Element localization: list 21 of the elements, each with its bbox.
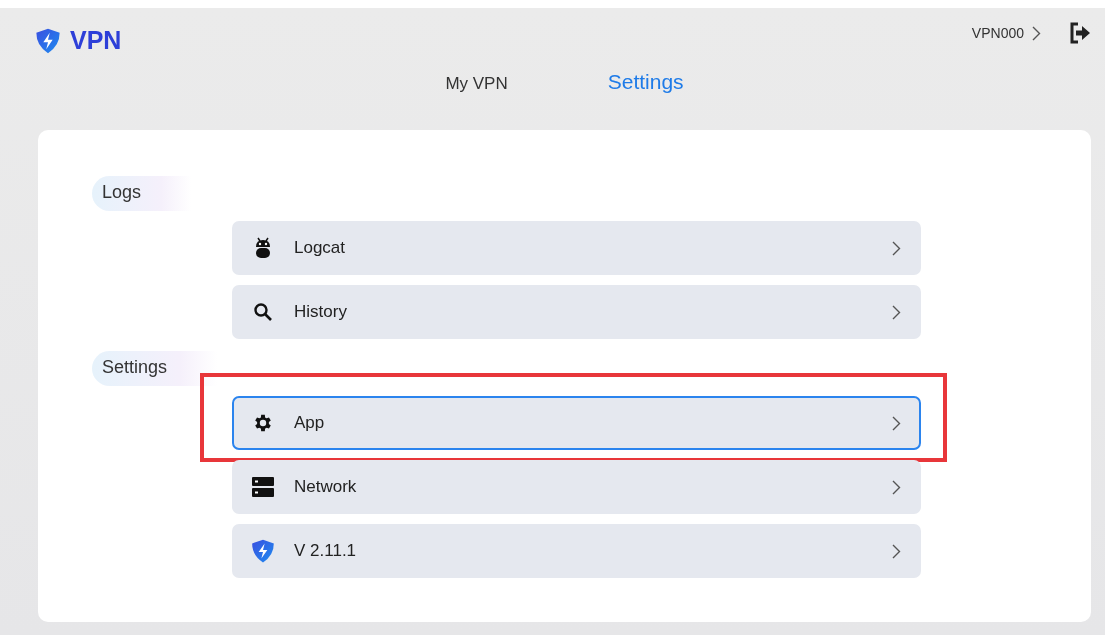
logout-icon[interactable] xyxy=(1069,22,1091,44)
shield-logo-icon xyxy=(250,538,276,564)
shield-logo-icon xyxy=(34,26,62,55)
account-link[interactable]: VPN000 xyxy=(971,25,1041,41)
chevron-right-icon xyxy=(892,543,901,559)
chevron-right-icon xyxy=(892,304,901,320)
chevron-right-icon xyxy=(1032,25,1041,41)
chevron-right-icon xyxy=(892,479,901,495)
nav-tab[interactable]: My VPN xyxy=(445,74,508,94)
settings-icon xyxy=(252,412,274,434)
chevron-right-icon xyxy=(892,415,901,431)
app-logo-text: VPN xyxy=(70,26,122,55)
settings-row[interactable]: Logcat xyxy=(232,221,921,275)
settings-row[interactable]: Network xyxy=(232,460,921,514)
settings-row[interactable]: History xyxy=(232,285,921,339)
server-icon xyxy=(252,477,274,497)
search-icon xyxy=(253,302,273,322)
chevron-right-icon xyxy=(892,240,901,256)
android-icon xyxy=(254,237,272,259)
settings-row[interactable]: App xyxy=(232,396,921,450)
settings-row[interactable]: V 2.11.1 xyxy=(232,524,921,578)
